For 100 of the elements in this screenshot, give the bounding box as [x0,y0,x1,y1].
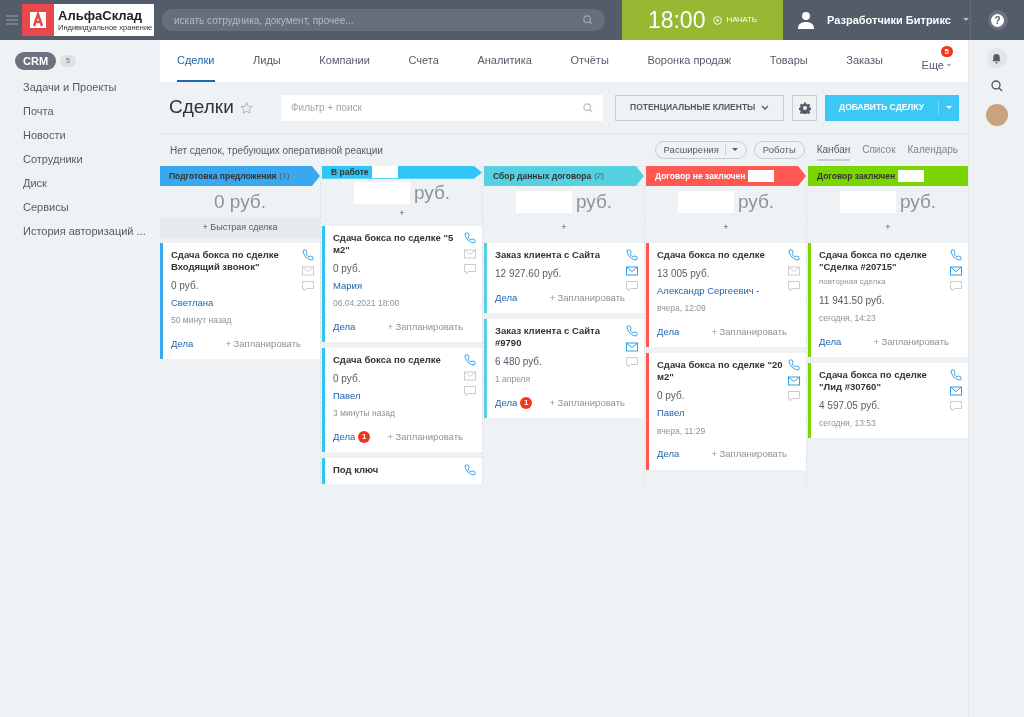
tasks-link[interactable]: Дела [657,447,680,462]
mail-icon[interactable] [464,371,476,381]
plan-link[interactable]: + Запланировать [711,325,787,340]
nav-tab[interactable]: Счета [408,40,439,82]
mail-icon[interactable] [788,376,800,387]
stage-header[interactable]: Договор заключен [808,166,968,186]
nav-tab[interactable]: Еще [921,56,951,77]
deal-title[interactable]: Под ключ [333,464,463,477]
phone-icon[interactable] [788,359,800,372]
deal-card[interactable]: Сдача бокса по сделке "Лид #30760" 4 597.05 руб. сегодня, 13:53 [808,363,968,438]
mail-icon[interactable] [626,266,638,276]
chat-icon[interactable] [788,281,800,292]
plan-link[interactable]: + Запланировать [387,430,463,445]
contact-link[interactable]: Мария [333,278,463,293]
nav-tab[interactable]: Компании [319,40,370,82]
sidebar-item[interactable]: Задачи и Проекты [0,75,160,99]
tasks-link[interactable]: Дела [333,319,356,334]
phone-icon[interactable] [950,369,962,381]
deal-card[interactable]: Сдача бокса по сделке "5 м2" 0 руб. Мария 06.04.2021 18:00 Дела + Запланировать [322,225,482,342]
deal-card[interactable]: Под ключ [322,458,482,484]
plan-link[interactable]: + Запланировать [225,337,301,352]
deal-title[interactable]: Сдача бокса по сделке "Лид #30760" [819,369,949,393]
chat-icon[interactable] [464,263,476,275]
caret-icon[interactable] [946,105,952,110]
stage-header[interactable]: Подготовка предложения (1) [160,166,320,186]
tasks-link[interactable]: Дела [819,334,842,349]
mail-icon[interactable] [464,248,476,259]
help-button[interactable]: ? [987,10,1008,30]
sidebar-item[interactable]: Новости [0,123,160,147]
deal-card[interactable]: Сдача бокса по сделке "20 м2" 0 руб. Павел вчера, 11:29 Дела + Запланировать [646,353,806,470]
contact-link[interactable]: Александр Сергеевич - [657,284,787,299]
deal-card[interactable]: Сдача бокса по сделке "Сделка #20715" повторная сделка 11 941.50 руб. сегодня, 14:23 Дела + Запланировать [808,243,968,357]
deal-title[interactable]: Сдача бокса по сделке [333,354,463,366]
quick-add-button[interactable]: + [322,207,482,221]
deal-card[interactable]: Сдача бокса по сделке 13 005 руб. Александр Сергеевич - вчера, 12:09 Дела + Запланировать [646,243,806,348]
nav-tab[interactable]: Товары [769,40,808,82]
deal-title[interactable]: Заказ клиента с Сайта #9790 [495,325,625,350]
phone-icon[interactable] [626,325,638,338]
plan-link[interactable]: + Запланировать [549,396,625,411]
stage-header[interactable]: В работе [322,166,482,179]
search-icon[interactable] [990,80,1003,92]
phone-icon[interactable] [464,231,476,244]
sidebar-item[interactable]: Сотрудники [0,147,160,171]
mail-icon[interactable] [788,266,800,276]
avatar[interactable] [985,104,1008,126]
quick-add-button[interactable]: + [646,218,806,238]
view-tab[interactable]: Список [862,139,896,161]
deal-card[interactable]: Сдача бокса по сделке 0 руб. Павел 3 минуты назад Дела 1 + Запланировать [322,348,482,453]
nav-tab[interactable]: Воронка продаж [647,40,732,82]
sidebar-item[interactable]: CRM [15,52,57,70]
phone-icon[interactable] [950,249,962,261]
chat-icon[interactable] [626,357,638,369]
chat-icon[interactable] [302,281,314,292]
phone-icon[interactable] [302,249,314,261]
plan-link[interactable]: + Запланировать [387,319,463,334]
user-menu[interactable]: Разработчики Битрикс [797,11,969,29]
deal-card[interactable]: Заказ клиента с Сайта #9790 6 480 руб. 1 апреля Дела 1 + Запланировать [484,319,644,419]
mail-icon[interactable] [626,342,638,353]
tasks-link[interactable]: Дела [495,396,518,411]
sidebar-item[interactable]: Почта [0,99,160,123]
star-icon[interactable] [239,100,253,115]
chat-icon[interactable] [464,386,476,397]
quick-add-button[interactable]: + Быстрая сделка [160,218,320,238]
nav-tab[interactable]: Заказы [846,40,883,82]
chat-icon[interactable] [788,391,800,403]
deal-title[interactable]: Сдача бокса по сделке Входящий звонок" [171,249,301,273]
plan-link[interactable]: + Запланировать [873,334,949,349]
mail-icon[interactable] [950,386,962,396]
sidebar-item[interactable]: История авторизаций ... [0,219,160,243]
deal-card[interactable]: Сдача бокса по сделке Входящий звонок" 0 руб. Светлана 50 минут назад Дела + Запланировать [160,243,320,360]
stage-header[interactable]: Сбор данных договора (2) [484,166,644,186]
tasks-link[interactable]: Дела [171,337,194,352]
view-tab[interactable]: Канбан [816,139,851,161]
tasks-link[interactable]: Дела [495,291,518,306]
phone-icon[interactable] [464,354,476,366]
nav-tab[interactable]: Лиды [253,40,281,82]
tasks-link[interactable]: Дела [333,430,356,445]
settings-button[interactable] [792,94,818,121]
deal-title[interactable]: Заказ клиента с Сайта [495,249,625,261]
chat-icon[interactable] [626,281,638,292]
sidebar-item[interactable]: Диск [0,171,160,195]
category-dropdown[interactable]: ПОТЕНЦИАЛЬНЫЕ КЛИЕНТЫ [615,94,785,121]
deal-card[interactable]: Заказ клиента с Сайта 12 927.60 руб. Дела + Запланировать [484,243,644,314]
phone-icon[interactable] [788,249,800,261]
nav-tab[interactable]: Аналитика [477,40,532,82]
deal-title[interactable]: Сдача бокса по сделке "5 м2" [333,231,463,256]
contact-link[interactable]: Светлана [171,296,301,311]
nav-tab[interactable]: Сделки [177,40,215,82]
deal-title[interactable]: Сдача бокса по сделке "Сделка #20715" [819,249,949,273]
phone-icon[interactable] [464,464,476,477]
plan-link[interactable]: + Запланировать [711,447,787,462]
quick-add-button[interactable]: + [808,218,968,238]
plan-link[interactable]: + Запланировать [549,291,625,306]
sidebar-item[interactable]: Сервисы [0,195,160,219]
bell-icon[interactable] [991,52,1002,64]
view-tab[interactable]: Календарь [907,139,958,161]
contact-link[interactable]: Павел [657,406,787,421]
menu-icon[interactable] [6,15,18,25]
phone-icon[interactable] [626,249,638,261]
deal-title[interactable]: Сдача бокса по сделке [657,249,787,261]
